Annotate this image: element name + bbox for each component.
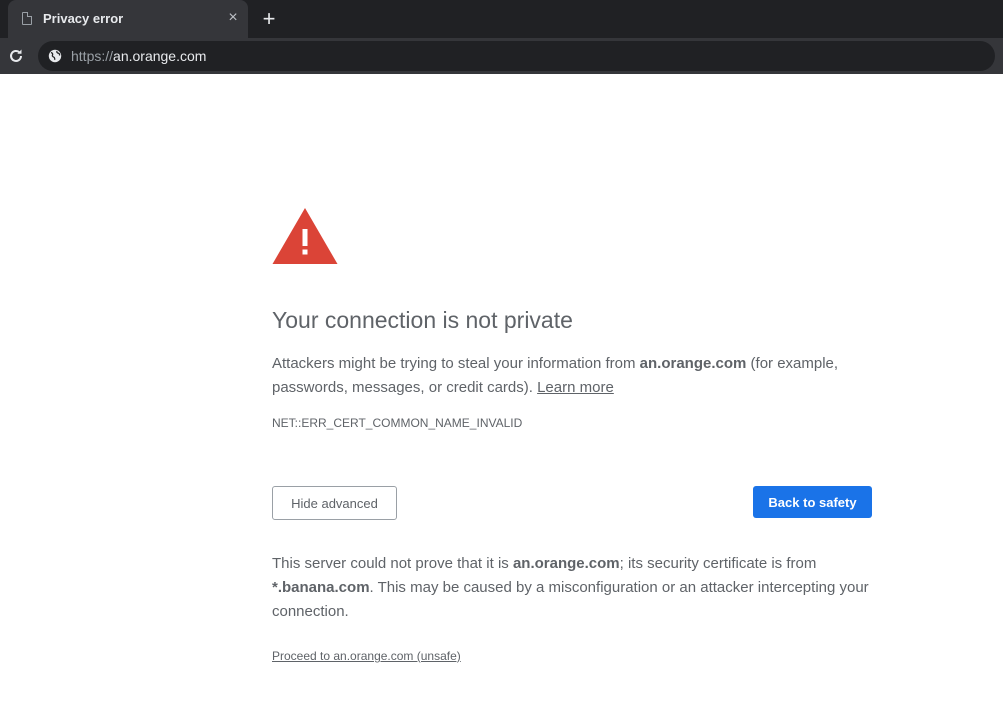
browser-toolbar: https://an.orange.com <box>0 38 1003 74</box>
back-to-safety-button[interactable]: Back to safety <box>753 486 872 518</box>
url-text: https://an.orange.com <box>71 48 206 64</box>
tab-strip: Privacy error × + <box>0 0 1003 38</box>
explanation-text: Attackers might be trying to steal your … <box>272 352 872 400</box>
learn-more-link[interactable]: Learn more <box>537 379 614 396</box>
warning-triangle-icon <box>272 208 338 264</box>
reload-icon[interactable] <box>6 46 26 66</box>
hide-advanced-button[interactable]: Hide advanced <box>272 486 397 520</box>
tab-privacy-error[interactable]: Privacy error × <box>8 0 248 38</box>
details-text: This server could not prove that it is a… <box>272 552 872 624</box>
url-scheme: https:// <box>71 48 114 64</box>
explanation-prefix: Attackers might be trying to steal your … <box>272 355 640 372</box>
plus-icon[interactable]: + <box>258 8 280 30</box>
error-code: NET::ERR_CERT_COMMON_NAME_INVALID <box>272 416 523 430</box>
url-host: an.orange.com <box>113 48 207 64</box>
details-cert-host: *.banana.com <box>272 579 370 596</box>
page-icon <box>22 12 32 25</box>
proceed-link-text[interactable]: Proceed to an.orange.com (unsafe) <box>272 649 461 663</box>
proceed-unsafe-link[interactable]: Proceed to an.orange.com (unsafe) <box>272 649 461 663</box>
globe-icon[interactable] <box>48 49 62 63</box>
details-host: an.orange.com <box>512 555 620 572</box>
explanation-host: an.orange.com <box>639 355 747 372</box>
details-part2: ; its security certificate is from <box>619 555 817 572</box>
close-icon[interactable]: × <box>224 9 242 27</box>
address-bar[interactable]: https://an.orange.com <box>38 41 995 71</box>
page-title: Your connection is not private <box>272 307 573 333</box>
tab-title: Privacy error <box>43 11 124 26</box>
details-part1: This server could not prove that it is <box>272 555 513 572</box>
